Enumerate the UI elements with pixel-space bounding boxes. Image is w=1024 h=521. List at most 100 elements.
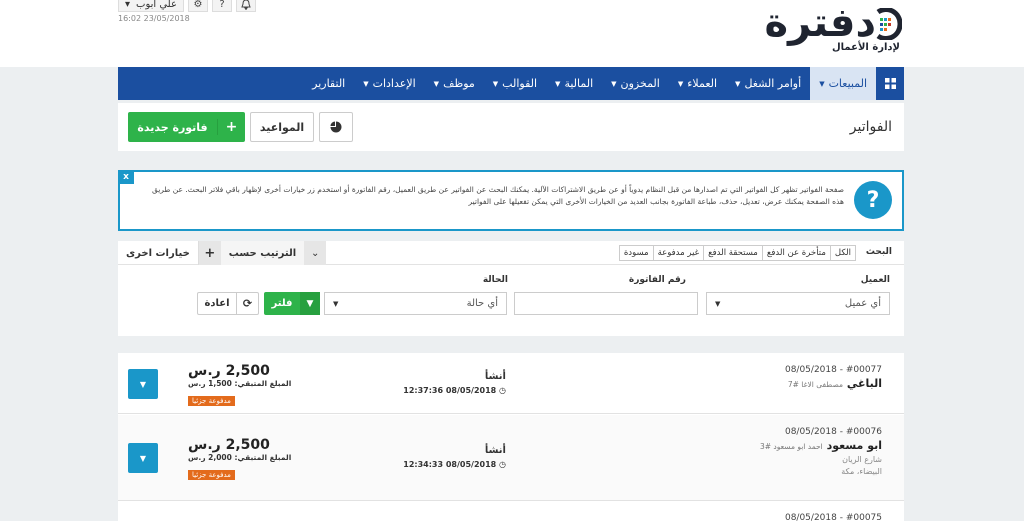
chevron-down-icon: ▼ [433, 79, 440, 88]
invoice-row[interactable]: #00075 - 08/05/2018 [118, 502, 904, 521]
current-datetime: 16:02 23/05/2018 [118, 14, 190, 23]
address-line-2: البيضاء، مكة [841, 467, 882, 476]
timestamp-text: 12:34:33 08/05/2018 [403, 460, 497, 469]
plus-icon[interactable]: + [198, 241, 221, 265]
nav-item-settings[interactable]: الإعدادات ▼ [354, 67, 424, 100]
nav-item-finance[interactable]: المالية ▼ [546, 67, 602, 100]
client-name-text: الباغي [846, 377, 882, 390]
tab-unpaid[interactable]: غير مدفوعة [652, 245, 705, 261]
nav-label: الإعدادات [372, 77, 416, 90]
status-text: أنشأ [484, 445, 506, 456]
nav-label: المبيعات [828, 77, 867, 90]
user-menu[interactable]: ▾ علي أبوب [118, 0, 184, 12]
reset-label: اعادة [204, 298, 230, 309]
filter-button[interactable]: فلتر ▼ [264, 292, 320, 315]
logo-tagline: لإدارة الأعمال [832, 42, 900, 53]
invoice-info: #00076 - 08/05/2018 ابو مسعود احمد ابو م… [760, 427, 882, 478]
logo[interactable]: دفترة لإدارة الأعمال [764, 0, 902, 58]
invoice-number-input[interactable] [514, 292, 698, 315]
user-controls: ▾ علي أبوب ⚙ ? [118, 0, 256, 12]
filter-label: فلتر [271, 298, 293, 309]
more-options-button[interactable]: خيارات اخرى [118, 241, 199, 265]
amount: 2,500 ر.س [188, 437, 270, 453]
address-line-1: شارع الريان [842, 455, 882, 464]
search-panel: البحث الكل متأخرة عن الدفع مستحقة الدفع … [118, 241, 904, 336]
due-amount: المبلغ المتبقي: 1,500 ر.س [188, 379, 292, 388]
status-select-value: أي حالة [466, 298, 498, 309]
pie-chart-icon [330, 121, 342, 133]
bell-icon[interactable] [235, 0, 256, 12]
chevron-down-icon[interactable]: ⌄ [304, 241, 327, 265]
invoice-row[interactable]: #00076 - 08/05/2018 ابو مسعود احمد ابو م… [118, 415, 904, 501]
tab-all[interactable]: الكل [829, 245, 856, 261]
chevron-down-icon: ▼ [492, 79, 499, 88]
status-badge: مدفوعة جزئيا [188, 470, 235, 480]
nav-label: المخزون [620, 77, 660, 90]
client-address: شارع الريان البيضاء، مكة [760, 454, 882, 478]
chevron-down-icon: ▼ [139, 453, 147, 463]
new-invoice-label: فاتورة جديدة [137, 120, 208, 134]
client-label: العميل [860, 275, 890, 285]
reset-button[interactable]: اعادة ⟳ [197, 292, 259, 315]
main-nav: المبيعات ▼ أوامر الشغل ▼ العملاء ▼ المخزون ▼… [118, 67, 904, 100]
nav-item-inventory[interactable]: المخزون ▼ [602, 67, 669, 100]
timestamp: 12:34:33 08/05/2018 ◷ [396, 460, 506, 469]
nav-label: أوامر الشغل [744, 77, 802, 90]
chevron-down-icon: ▼ [363, 79, 369, 88]
nav-label: موظف [443, 77, 475, 90]
invoice-number-date: #00076 - 08/05/2018 [784, 427, 882, 437]
sort-and-options: خيارات اخرى + الترتيب حسب ⌄ [118, 241, 327, 265]
invoice-number-label: رقم الفاتورة [628, 275, 686, 285]
plus-icon: + [217, 119, 245, 135]
invoice-number: #00076 [845, 427, 882, 437]
tab-draft[interactable]: مسودة [618, 245, 654, 261]
clock-icon: ◷ [499, 460, 506, 469]
tab-due[interactable]: مستحقة الدفع [703, 245, 763, 261]
invoice-status: أنشأ 12:37:36 08/05/2018 ◷ [396, 371, 506, 395]
amount: 2,500 ر.س [188, 363, 270, 379]
nav-item-clients[interactable]: العملاء ▼ [669, 67, 726, 100]
logo-mark-icon [876, 8, 902, 40]
invoice-date: 08/05/2018 [784, 513, 837, 521]
help-text: صفحة الفواتير تظهر كل الفواتير التي تم ا… [151, 185, 844, 206]
chevron-down-icon: ▼ [555, 79, 561, 88]
client-subname: مصطفى الاغا #7 [787, 380, 843, 389]
due-amount: المبلغ المتبقي: 2,000 ر.س [188, 453, 292, 462]
nav-item-templates[interactable]: القوالب ▼ [484, 67, 546, 100]
invoice-row[interactable]: #00077 - 08/05/2018 الباغي مصطفى الاغا #… [118, 353, 904, 414]
nav-item-reports[interactable]: التقارير [303, 67, 354, 100]
tab-overdue[interactable]: متأخرة عن الدفع [761, 245, 831, 261]
status-select[interactable]: ▼ أي حالة [324, 292, 507, 315]
chevron-down-icon: ▼ [819, 79, 825, 88]
nav-item-sales[interactable]: المبيعات ▼ [810, 67, 876, 100]
user-name: علي أبوب [136, 0, 177, 10]
nav-item-employee[interactable]: موظف ▼ [425, 67, 484, 100]
appointments-button[interactable]: المواعيد [250, 112, 314, 142]
invoice-number: #00077 [845, 365, 882, 375]
client-select[interactable]: ▼ أي عميل [706, 292, 890, 315]
chevron-down-icon: ▼ [735, 79, 741, 88]
help-icon[interactable]: ? [211, 0, 232, 12]
client-name[interactable]: ابو مسعود احمد ابو مسعود #3 [760, 439, 882, 452]
refresh-icon: ⟳ [236, 293, 258, 314]
nav-label: التقارير [312, 77, 346, 90]
row-actions-dropdown[interactable]: ▼ [128, 369, 158, 399]
nav-item-work-orders[interactable]: أوامر الشغل ▼ [726, 67, 810, 100]
row-actions-dropdown[interactable]: ▼ [128, 443, 158, 473]
chevron-down-icon: ▼ [715, 299, 721, 308]
invoice-number: #00075 [845, 513, 882, 521]
close-icon[interactable]: x [118, 170, 134, 184]
invoice-info: #00077 - 08/05/2018 الباغي مصطفى الاغا #… [785, 365, 882, 390]
chevron-down-icon: ▼ [677, 79, 684, 88]
top-header: ▾ علي أبوب ⚙ ? 16:02 23/05/2018 دفترة لإ… [0, 0, 1024, 67]
pie-chart-button[interactable] [319, 112, 353, 142]
new-invoice-button[interactable]: فاتورة جديدة + [128, 112, 245, 142]
gear-icon[interactable]: ⚙ [187, 0, 208, 12]
sort-by-button[interactable]: الترتيب حسب [220, 241, 305, 265]
client-name[interactable]: الباغي مصطفى الاغا #7 [785, 377, 882, 390]
status-badge: مدفوعة جزئيا [188, 396, 235, 406]
timestamp-text: 12:37:36 08/05/2018 [403, 386, 497, 395]
invoice-date: 08/05/2018 [784, 365, 837, 375]
apps-grid-icon[interactable] [876, 67, 904, 100]
status-filter-tabs: الكل متأخرة عن الدفع مستحقة الدفع غير مد… [618, 245, 856, 261]
